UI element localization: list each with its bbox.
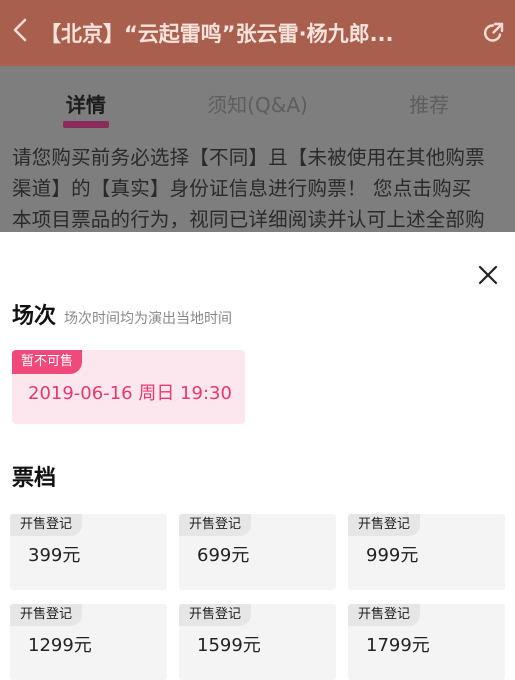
session-title: 场次 [12, 304, 57, 329]
presale-register-badge: 开售登记 [10, 514, 83, 536]
ticket-tier-option[interactable]: 开售登记 1599元 [179, 604, 336, 680]
presale-register-badge: 开售登记 [179, 604, 252, 626]
session-heading: 场次 场次时间均为演出当地时间 [12, 298, 232, 330]
session-date: 2019-06-16 周日 19:30 [28, 383, 232, 404]
session-note: 场次时间均为演出当地时间 [64, 311, 233, 327]
notice-line: 渠道】的【真实】身份证信息进行购票！ 您点击购买 [12, 177, 472, 200]
ticket-tier-option[interactable]: 开售登记 399元 [10, 514, 167, 590]
ticket-selection-sheet: 场次 场次时间均为演出当地时间 暂不可售 2019-06-16 周日 19:30… [0, 232, 515, 680]
ticket-tier-grid: 开售登记 399元 开售登记 699元 开售登记 999元 开售登记 1299元… [10, 514, 505, 680]
page-title: 【北京】“云起雷鸣”张云雷·杨九郎... [40, 22, 394, 46]
tab-notice[interactable]: 须知(Q&A) [172, 89, 344, 118]
tab-details[interactable]: 详情 [0, 89, 172, 128]
tier-price: 699元 [197, 545, 250, 566]
ticket-tier-option[interactable]: 开售登记 699元 [179, 514, 336, 590]
presale-register-badge: 开售登记 [348, 514, 421, 536]
tab-recommend[interactable]: 推荐 [343, 89, 515, 118]
notice-line: 请您购买前务必选择【不同】且【未被使用在其他购票 [12, 146, 485, 169]
tier-price: 999元 [366, 545, 419, 566]
ticket-tier-option[interactable]: 开售登记 1299元 [10, 604, 167, 680]
share-button[interactable] [471, 21, 515, 45]
tab-details-label: 详情 [65, 92, 106, 117]
close-button[interactable] [475, 262, 501, 288]
ticket-tier-option[interactable]: 开售登记 999元 [348, 514, 505, 590]
share-icon [483, 22, 504, 42]
close-icon [478, 265, 498, 285]
tier-price: 1299元 [28, 635, 92, 656]
tab-bar: 详情 须知(Q&A) 推荐 [0, 66, 515, 140]
presale-register-badge: 开售登记 [348, 604, 421, 626]
purchase-notice-text: 请您购买前务必选择【不同】且【未被使用在其他购票 渠道】的【真实】身份证信息进行… [0, 140, 515, 232]
active-tab-indicator [62, 120, 109, 128]
tab-recommend-label: 推荐 [409, 92, 450, 117]
tier-price: 399元 [28, 545, 81, 566]
chevron-left-icon [13, 18, 27, 41]
session-option[interactable]: 暂不可售 2019-06-16 周日 19:30 [12, 350, 245, 424]
tier-price: 1599元 [197, 635, 261, 656]
ticket-tier-option[interactable]: 开售登记 1799元 [348, 604, 505, 680]
presale-register-badge: 开售登记 [179, 514, 252, 536]
back-button[interactable] [0, 17, 40, 50]
presale-register-badge: 开售登记 [10, 604, 83, 626]
status-badge: 暂不可售 [12, 350, 83, 374]
tier-price: 1799元 [366, 635, 430, 656]
ticket-tier-heading: 票档 [12, 466, 57, 491]
notice-line: 本项目票品的行为，视同已详细阅读并认可上述全部购 [12, 208, 485, 231]
top-header: 【北京】“云起雷鸣”张云雷·杨九郎... [0, 0, 515, 66]
tab-notice-label: 须知(Q&A) [207, 92, 308, 117]
